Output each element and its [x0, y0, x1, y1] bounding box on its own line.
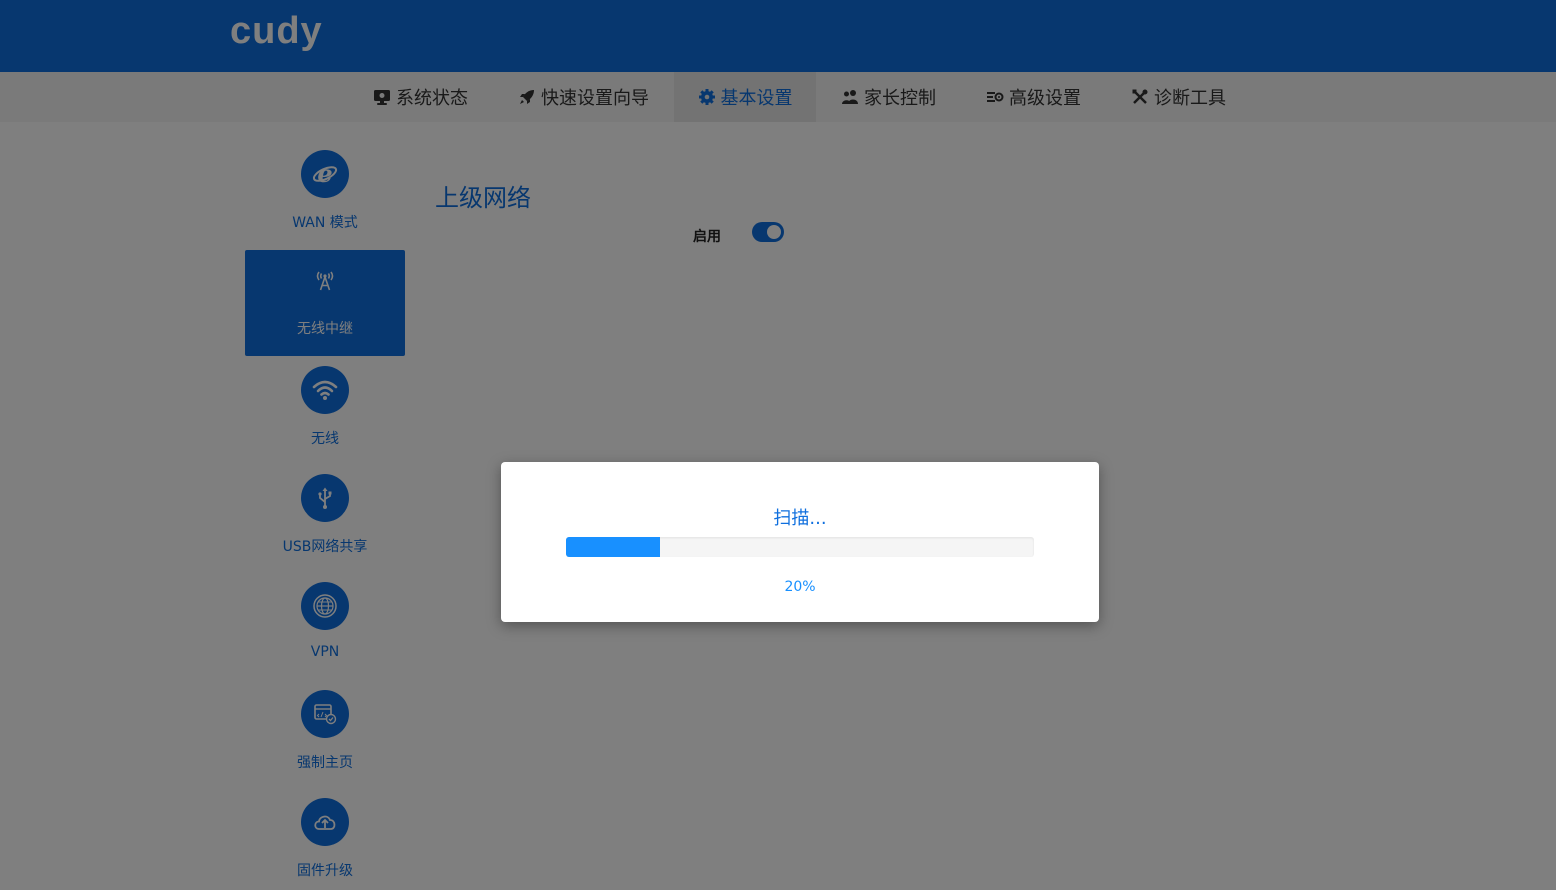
modal-backdrop — [0, 0, 1556, 890]
scan-progress-bar — [566, 537, 1034, 557]
scan-status-title: 扫描... — [773, 508, 827, 529]
scan-progress-text: 20% — [784, 579, 816, 595]
scanning-dialog: 扫描... 20% — [501, 462, 1099, 622]
scan-progress-fill — [566, 537, 660, 557]
